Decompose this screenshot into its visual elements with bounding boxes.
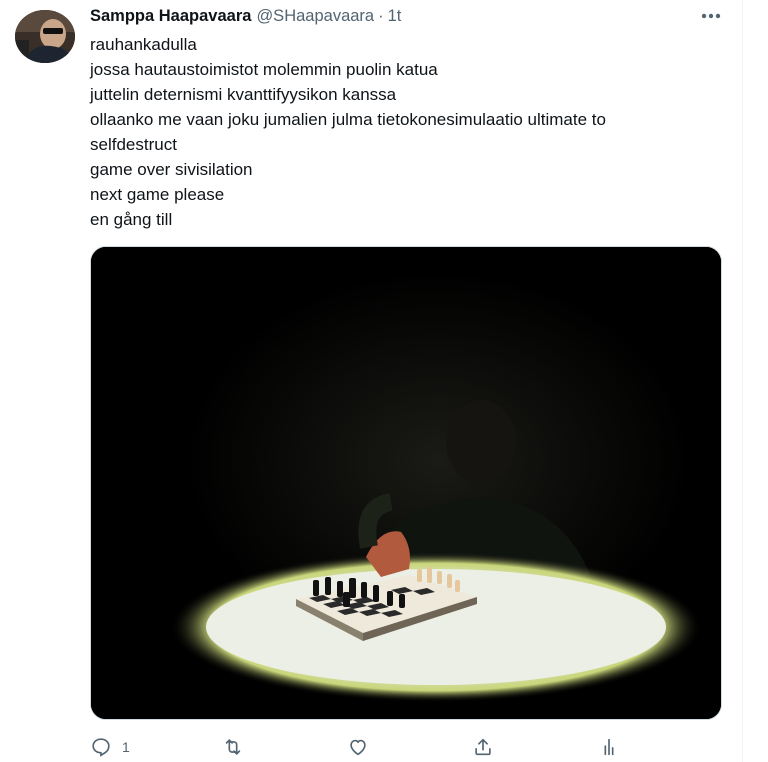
chess-photo-image	[91, 247, 721, 719]
reply-button[interactable]: 1	[90, 732, 130, 762]
analytics-button[interactable]	[598, 732, 620, 762]
retweet-button[interactable]	[222, 732, 254, 762]
more-options-button[interactable]	[697, 5, 725, 27]
analytics-icon	[604, 738, 614, 756]
retweet-icon	[225, 739, 241, 755]
tweet-text-line: juttelin deternismi kvanttifyysikon kans…	[90, 85, 397, 104]
tweet-text-line: en gång till	[90, 210, 173, 229]
reply-count: 1	[122, 739, 130, 755]
more-dots-icon	[701, 13, 721, 19]
share-icon	[475, 738, 491, 756]
reply-icon	[92, 738, 110, 757]
tweet-text-line: jossa hautaustoimistot molemmin puolin k…	[90, 60, 438, 79]
timeline-border	[742, 0, 743, 762]
heart-icon	[350, 739, 366, 756]
tweet-actions-bar: 1	[0, 732, 768, 762]
avatar[interactable]	[15, 10, 75, 63]
tweet-timestamp[interactable]: 1t	[388, 7, 402, 26]
like-button[interactable]	[347, 732, 379, 762]
share-button[interactable]	[472, 732, 494, 762]
tweet-text: rauhankadulla jossa hautaustoimistot mol…	[90, 32, 730, 232]
tweet-text-line: next game please	[90, 185, 225, 204]
tweet-photo[interactable]	[90, 246, 722, 720]
author-handle[interactable]: @SHaapavaara	[256, 7, 374, 26]
avatar-image	[15, 10, 75, 63]
tweet-text-line: ollaanko me vaan joku jumalien julma tie…	[90, 110, 606, 129]
tweet-text-line: rauhankadulla	[90, 35, 197, 54]
tweet-header: Samppa Haapavaara @SHaapavaara · 1t	[90, 5, 401, 27]
tweet-text-line: game over sivisilation	[90, 160, 253, 179]
tweet-text-line: selfdestruct	[90, 135, 177, 154]
header-separator: ·	[378, 6, 384, 25]
author-name[interactable]: Samppa Haapavaara	[90, 7, 251, 26]
